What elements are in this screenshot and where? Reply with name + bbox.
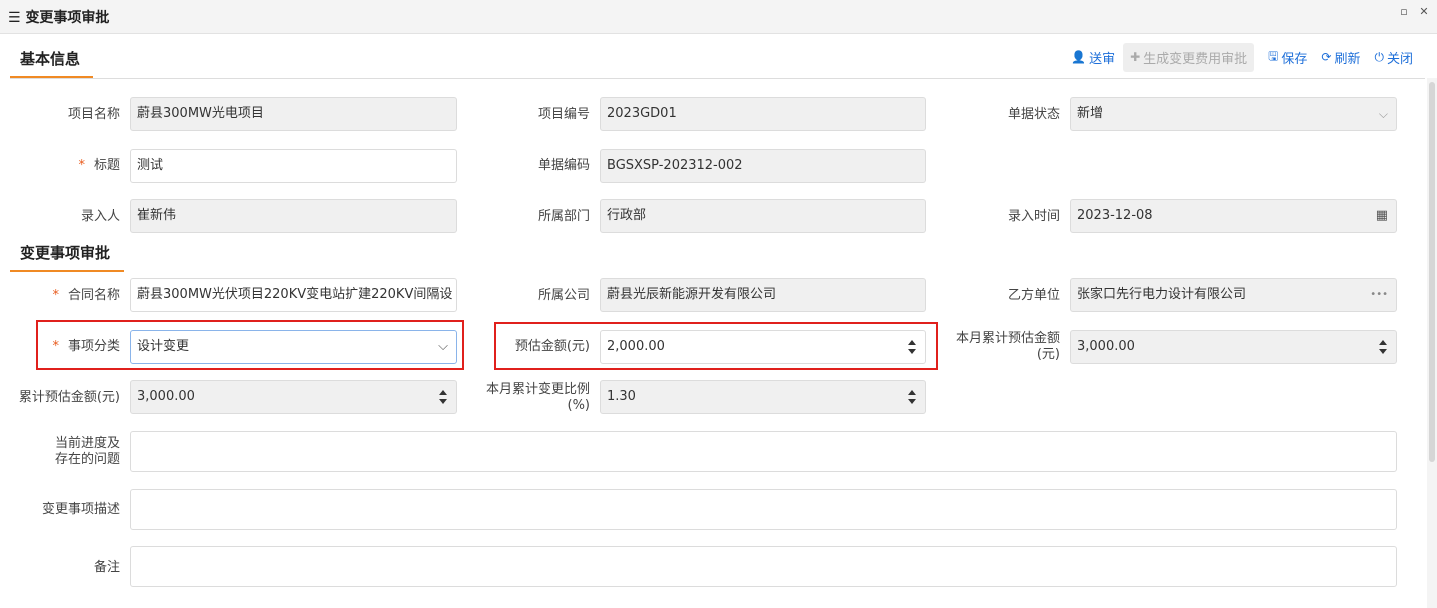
section-divider: [10, 78, 1425, 79]
progress-textarea[interactable]: [130, 431, 1397, 472]
close-button[interactable]: ⏻ 关闭: [1374, 48, 1413, 67]
more-icon[interactable]: •••: [1370, 279, 1388, 311]
submit-label: 送审: [1089, 51, 1116, 67]
toolbar: 👤 送审 ✚ 生成变更费用审批 🖫 保存 ⟳ 刷新 ⏻ 关闭: [1057, 42, 1413, 72]
party-b-value: 张家口先行电力设计有限公司: [1077, 287, 1247, 302]
scrollbar-thumb[interactable]: [1429, 82, 1435, 462]
month-cum-amount-label: 本月累计预估金额 (元): [940, 331, 1060, 363]
vertical-scrollbar[interactable]: [1427, 78, 1437, 608]
entered-by-value: 崔新伟: [137, 208, 177, 223]
window-title: ☰ 变更事项审批: [8, 7, 109, 27]
entry-time-field[interactable]: 2023-12-08 ▦: [1070, 199, 1397, 233]
plus-icon: ✚: [1130, 50, 1141, 64]
cum-amount-label: 累计预估金额(元): [18, 390, 120, 405]
refresh-icon: ⟳: [1321, 50, 1332, 64]
tab-underline: [10, 270, 124, 272]
chevron-down-icon: ⌵: [1378, 107, 1388, 121]
submit-button[interactable]: 👤 送审: [1071, 48, 1115, 67]
generate-label: 生成变更费用审批: [1143, 51, 1248, 67]
party-b-label: 乙方单位: [1007, 288, 1060, 303]
tab-basic-info-label: 基本信息: [20, 50, 81, 68]
project-name-field: 蔚县300MW光电项目: [130, 97, 457, 131]
progress-label-line2: 存在的问题: [54, 452, 120, 467]
project-code-field: 2023GD01: [600, 97, 926, 131]
title-value: 测试: [137, 158, 164, 173]
save-icon: 🖫: [1268, 48, 1279, 63]
calendar-icon[interactable]: ▦: [1376, 200, 1388, 232]
department-value: 行政部: [607, 208, 647, 223]
month-ratio-field: 1.30: [600, 380, 926, 414]
month-ratio-label-line2: (%): [567, 398, 591, 413]
save-label: 保存: [1281, 51, 1308, 67]
entered-by-label: 录入人: [80, 209, 120, 224]
month-cum-amount-label-line2: (元): [1036, 347, 1060, 362]
tab-change-approval-label: 变更事项审批: [20, 244, 111, 262]
stepper-icon: [908, 390, 916, 404]
window-titlebar: ☰ 变更事项审批 ▫ ✕: [0, 0, 1437, 34]
doc-code-field: BGSXSP-202312-002: [600, 149, 926, 183]
refresh-button[interactable]: ⟳ 刷新: [1321, 48, 1360, 67]
cum-amount-value: 3,000.00: [137, 389, 195, 404]
contract-name-label: * 合同名称: [20, 288, 120, 304]
doc-status-select[interactable]: 新增 ⌵: [1070, 97, 1397, 131]
power-icon: ⏻: [1374, 49, 1384, 64]
doc-code-value: BGSXSP-202312-002: [607, 158, 743, 173]
company-field: 蔚县光辰新能源开发有限公司: [600, 278, 926, 312]
description-textarea[interactable]: [130, 489, 1397, 530]
cum-amount-field: 3,000.00: [130, 380, 457, 414]
doc-code-label: 单据编码: [537, 158, 590, 173]
project-name-label: 项目名称: [67, 107, 120, 122]
department-field: 行政部: [600, 199, 926, 233]
tab-change-approval[interactable]: 变更事项审批: [10, 232, 124, 272]
close-window-icon[interactable]: ✕: [1418, 6, 1430, 18]
title-label: * 标题: [20, 158, 120, 174]
menu-icon[interactable]: ☰: [8, 10, 21, 26]
user-send-icon: 👤: [1071, 50, 1087, 64]
maximize-icon[interactable]: ▫: [1398, 6, 1410, 18]
stepper-icon: [439, 390, 447, 404]
remark-textarea[interactable]: [130, 546, 1397, 587]
entry-time-label: 录入时间: [1007, 209, 1060, 224]
required-mark: *: [78, 158, 85, 173]
party-b-field[interactable]: 张家口先行电力设计有限公司 •••: [1070, 278, 1397, 312]
generate-cost-approval-button[interactable]: ✚ 生成变更费用审批: [1123, 42, 1255, 72]
window-title-text: 变更事项审批: [25, 10, 110, 26]
month-cum-amount-value: 3,000.00: [1077, 339, 1135, 354]
doc-status-value: 新增: [1077, 106, 1104, 121]
description-label: 变更事项描述: [41, 502, 120, 517]
highlight-box: [494, 322, 938, 370]
stepper-icon: [1379, 340, 1387, 354]
month-ratio-label-line1: 本月累计变更比例: [485, 382, 590, 397]
doc-status-label: 单据状态: [1007, 107, 1060, 122]
close-label: 关闭: [1386, 51, 1413, 67]
project-name-value: 蔚县300MW光电项目: [137, 106, 264, 121]
tab-basic-info[interactable]: 基本信息: [10, 38, 93, 78]
company-label: 所属公司: [537, 288, 590, 303]
month-ratio-label: 本月累计变更比例 (%): [470, 382, 590, 414]
entry-time-value: 2023-12-08: [1077, 208, 1153, 223]
company-value: 蔚县光辰新能源开发有限公司: [607, 287, 777, 302]
title-input[interactable]: 测试: [130, 149, 457, 183]
title-label-text: 标题: [93, 158, 120, 173]
month-cum-amount-field: 3,000.00: [1070, 330, 1397, 364]
department-label: 所属部门: [537, 209, 590, 224]
required-mark: *: [52, 288, 59, 303]
remark-label: 备注: [93, 560, 120, 575]
progress-label-line1: 当前进度及: [54, 436, 120, 451]
refresh-label: 刷新: [1334, 51, 1361, 67]
progress-label: 当前进度及 存在的问题: [20, 436, 120, 468]
project-code-value: 2023GD01: [607, 106, 677, 121]
highlight-box: [36, 320, 464, 370]
contract-name-value: 蔚县300MW光伏项目220KV变电站扩建220KV间隔设: [137, 287, 453, 302]
contract-name-input[interactable]: 蔚县300MW光伏项目220KV变电站扩建220KV间隔设: [130, 278, 457, 312]
entered-by-field: 崔新伟: [130, 199, 457, 233]
save-button[interactable]: 🖫 保存: [1268, 47, 1307, 68]
project-code-label: 项目编号: [537, 107, 590, 122]
contract-name-label-text: 合同名称: [67, 288, 120, 303]
month-ratio-value: 1.30: [607, 389, 636, 404]
month-cum-amount-label-line1: 本月累计预估金额: [955, 331, 1060, 346]
